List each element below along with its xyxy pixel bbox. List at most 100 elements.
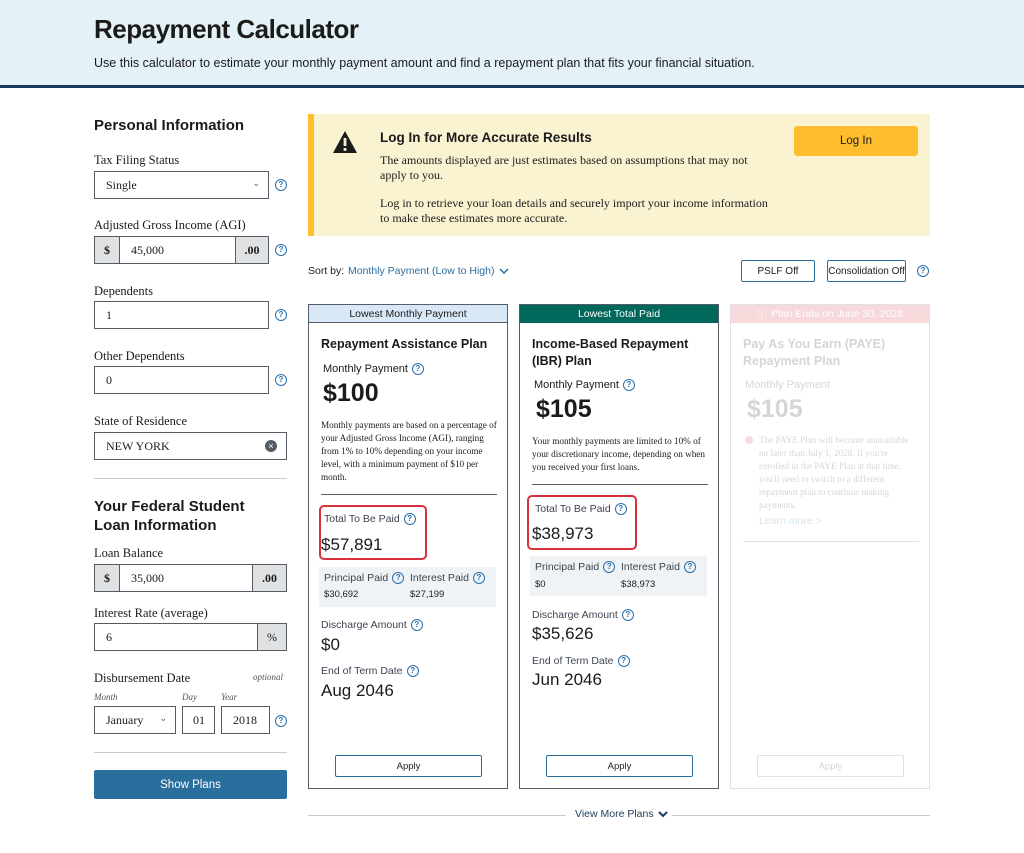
discharge-label: Discharge Amount? — [532, 609, 634, 621]
discharge-value: $0 — [321, 635, 340, 654]
divider — [532, 484, 708, 485]
plan-name: Repayment Assistance Plan — [321, 337, 488, 351]
learn-more-link[interactable]: Learn more > — [759, 515, 822, 527]
divider — [743, 541, 919, 542]
plan-card-ibr: Lowest Total Paid Income-Based Repayment… — [519, 304, 719, 789]
chevron-down-icon: ⌄ — [252, 178, 260, 188]
help-icon[interactable]: ? — [411, 363, 424, 375]
consolidation-toggle-button[interactable]: Consolidation Off — [827, 260, 906, 282]
help-icon[interactable]: ? — [603, 561, 616, 573]
disbursement-date-label: Disbursement Date — [94, 671, 191, 685]
interest-paid-value: $27,199 — [410, 589, 445, 600]
end-date-value: Jun 2046 — [532, 670, 602, 689]
day-input[interactable]: 01 — [182, 706, 215, 734]
plan-description: Monthly payments are based on a percenta… — [321, 420, 497, 482]
help-icon[interactable]: ? — [275, 179, 287, 191]
total-paid-label: Total To Be Paid? — [535, 503, 627, 515]
loan-balance-input[interactable]: 35,000 — [119, 564, 253, 592]
interest-paid-value: $38,973 — [621, 579, 656, 590]
help-icon[interactable]: ? — [275, 309, 287, 321]
info-icon: ⓘ — [756, 308, 768, 321]
plan-name: Pay As You Earn (PAYE) Repayment Plan — [743, 337, 886, 368]
agi-label: Adjusted Gross Income (AGI) — [94, 218, 246, 232]
page-subtitle: Use this calculator to estimate your mon… — [94, 56, 755, 70]
help-icon[interactable]: ? — [410, 619, 423, 631]
help-icon[interactable]: ? — [275, 374, 287, 386]
agi-suffix: .00 — [235, 236, 269, 264]
monthly-payment-value: $105 — [536, 395, 592, 423]
month-select[interactable]: January ⌄ — [94, 706, 176, 734]
month-label: Month — [94, 692, 118, 702]
tax-status-label: Tax Filing Status — [94, 153, 180, 167]
plan-description: The PAYE Plan will become unavailable no… — [759, 435, 909, 510]
sort-label: Sort by: — [308, 265, 345, 277]
apply-button[interactable]: Apply — [546, 755, 693, 777]
alert-text-2: Log in to retrieve your loan details and… — [380, 196, 768, 225]
agi-prefix: $ — [94, 236, 120, 264]
tax-status-select[interactable]: Single ⌄ — [94, 171, 269, 199]
dependents-input[interactable]: 1 — [94, 301, 269, 329]
divider — [308, 815, 566, 816]
pslf-toggle-button[interactable]: PSLF Off — [741, 260, 815, 282]
page-title: Repayment Calculator — [94, 14, 359, 44]
plan-card-rap: Lowest Monthly Payment Repayment Assista… — [308, 304, 508, 789]
help-icon[interactable]: ? — [275, 244, 287, 256]
day-label: Day — [182, 692, 197, 702]
other-dependents-input[interactable]: 0 — [94, 366, 269, 394]
monthly-payment-label: Monthly Payment? — [323, 363, 424, 375]
plan-badge: Lowest Total Paid — [520, 305, 718, 323]
state-input[interactable]: NEW YORK × — [94, 432, 287, 460]
discharge-value: $35,626 — [532, 624, 594, 643]
divider — [672, 815, 930, 816]
help-icon[interactable]: ? — [622, 379, 635, 391]
alert-title: Log In for More Accurate Results — [380, 130, 592, 145]
balance-suffix: .00 — [252, 564, 287, 592]
help-icon[interactable]: ? — [472, 572, 485, 584]
page-header: Repayment Calculator Use this calculator… — [0, 0, 1024, 88]
help-icon[interactable]: ? — [403, 513, 416, 525]
clear-icon[interactable]: × — [265, 440, 277, 452]
help-icon[interactable]: ? — [621, 609, 634, 621]
alert-text-1: The amounts displayed are just estimates… — [380, 153, 748, 182]
year-input[interactable]: 2018 — [221, 706, 270, 734]
help-icon[interactable]: ? — [617, 655, 630, 667]
balance-prefix: $ — [94, 564, 120, 592]
monthly-payment-label: Monthly Payment — [745, 379, 830, 391]
state-label: State of Residence — [94, 414, 188, 428]
interest-rate-input[interactable]: 6 — [94, 623, 258, 651]
end-date-label: End of Term Date? — [532, 655, 630, 667]
help-icon[interactable]: ? — [392, 572, 405, 584]
end-date-label: End of Term Date? — [321, 665, 419, 677]
principal-paid-label: Principal Paid? — [535, 561, 616, 573]
agi-input[interactable]: 45,000 — [119, 236, 236, 264]
apply-button[interactable]: Apply — [335, 755, 482, 777]
loan-info-title: Your Federal Student Loan Information — [94, 498, 245, 534]
apply-button[interactable]: Apply — [757, 755, 904, 777]
chevron-down-icon — [657, 810, 668, 817]
help-icon[interactable]: ? — [406, 665, 419, 677]
rate-suffix: % — [257, 623, 287, 651]
end-date-value: Aug 2046 — [321, 681, 394, 700]
help-icon[interactable]: ? — [683, 561, 696, 573]
plan-badge: Lowest Monthly Payment — [309, 305, 507, 323]
total-paid-value: $57,891 — [321, 535, 383, 554]
principal-paid-label: Principal Paid? — [324, 572, 405, 584]
total-paid-value: $38,973 — [532, 524, 594, 543]
help-icon[interactable]: ? — [917, 265, 929, 277]
monthly-payment-label: Monthly Payment? — [534, 379, 635, 391]
personal-info-title: Personal Information — [94, 117, 245, 134]
sort-select[interactable]: Monthly Payment (Low to High) — [348, 265, 510, 277]
help-icon[interactable]: ? — [614, 503, 627, 515]
interest-rate-label: Interest Rate (average) — [94, 606, 208, 620]
divider — [94, 478, 287, 479]
divider — [94, 752, 287, 753]
plan-badge: ⓘ Plan Ends on June 30, 2028 — [731, 305, 929, 323]
interest-paid-label: Interest Paid? — [410, 572, 485, 584]
monthly-payment-value: $100 — [323, 379, 379, 407]
warning-icon — [333, 131, 357, 153]
help-icon[interactable]: ? — [275, 715, 287, 727]
show-plans-button[interactable]: Show Plans — [94, 770, 287, 799]
plan-name: Income-Based Repayment (IBR) Plan — [532, 337, 689, 368]
view-more-plans-button[interactable]: View More Plans — [575, 808, 668, 820]
login-button[interactable]: Log In — [794, 126, 918, 156]
